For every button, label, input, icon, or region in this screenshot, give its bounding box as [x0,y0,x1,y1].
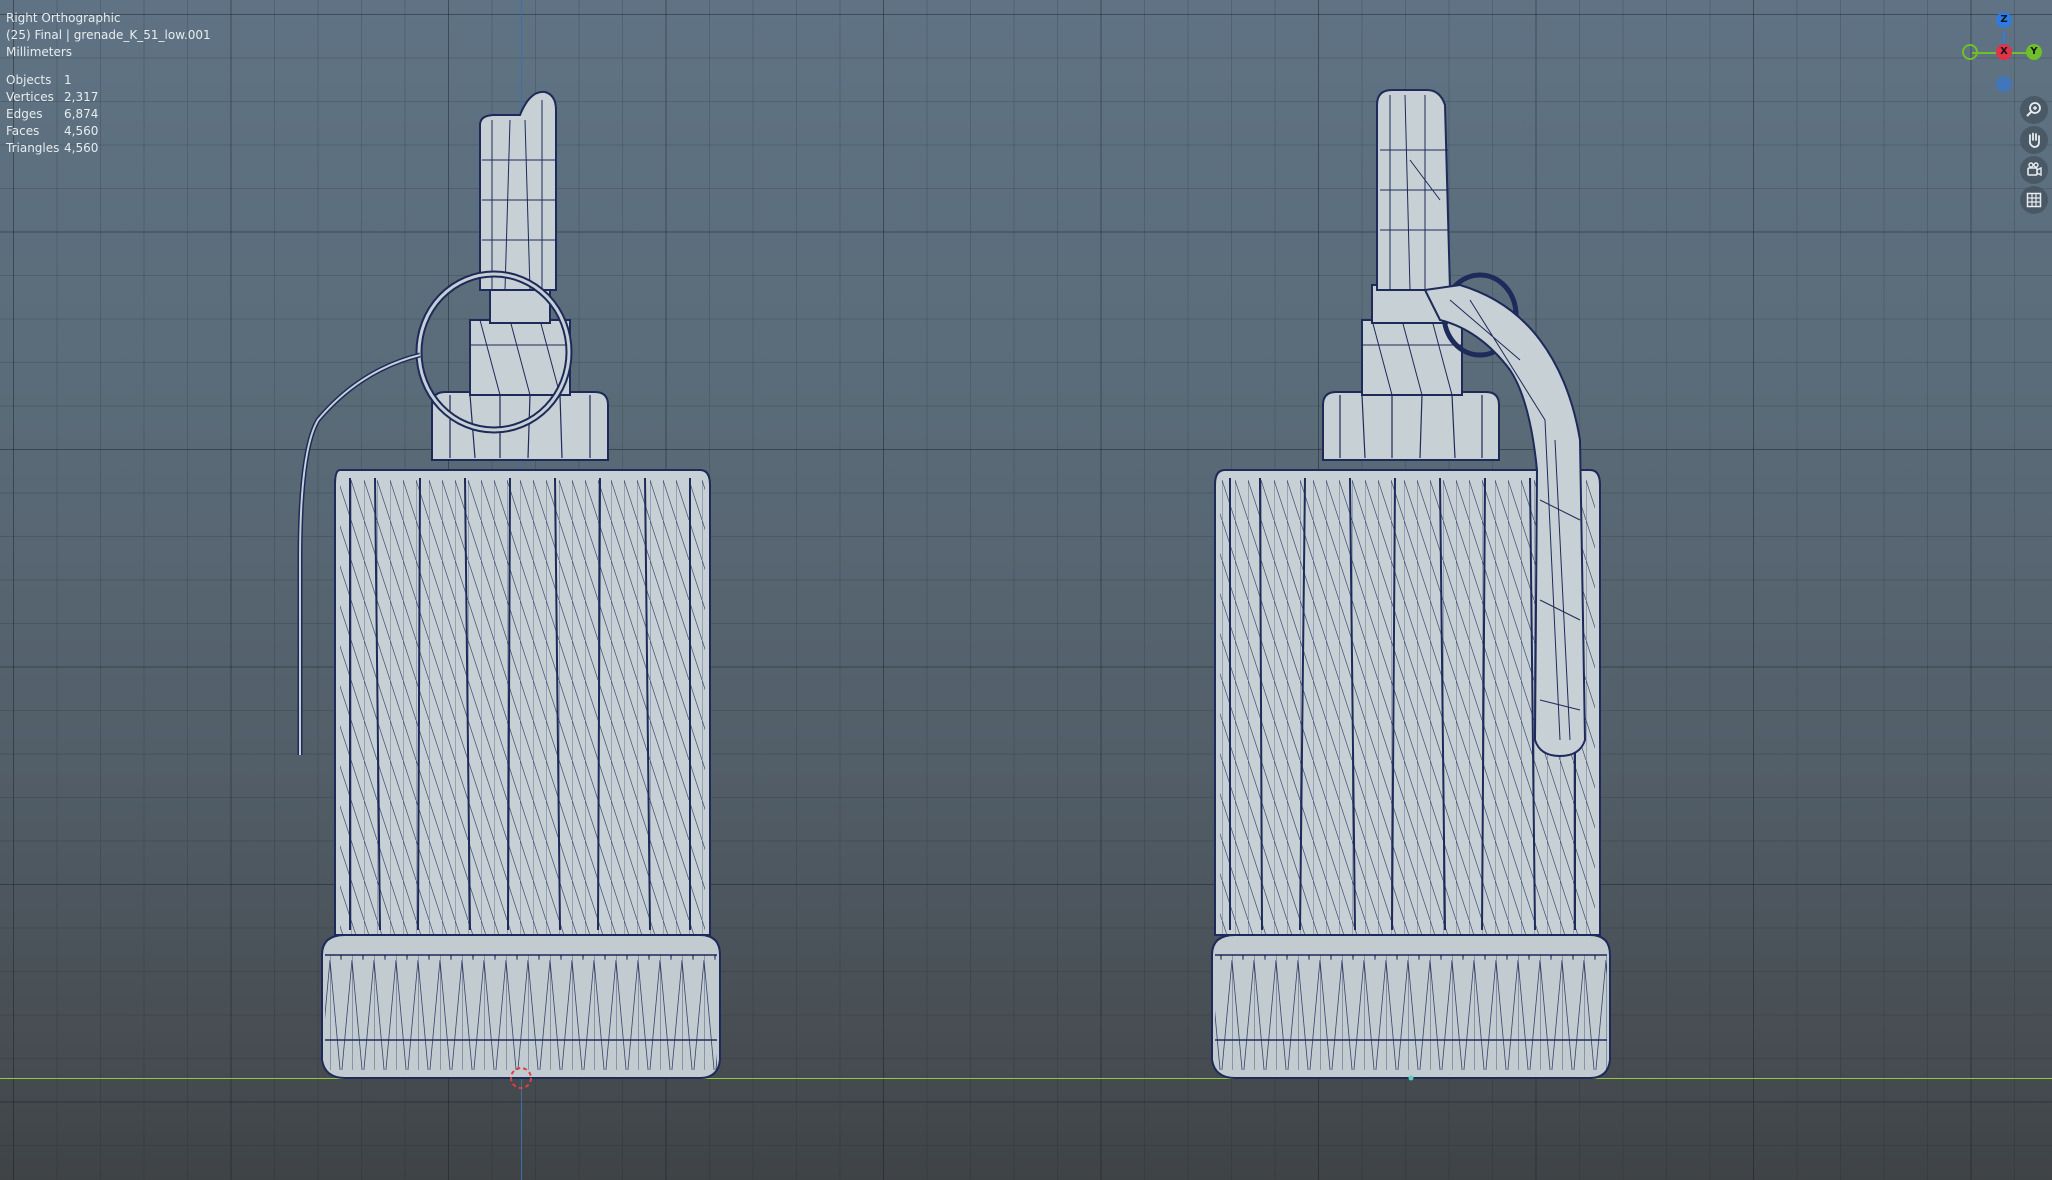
gizmo-neg-y-axis[interactable] [1962,44,1978,60]
stat-row-triangles: Triangles 4,560 [6,140,211,157]
stat-key: Vertices [6,90,54,104]
neck-collar [1322,391,1500,461]
stat-key: Edges [6,107,43,121]
zoom-button[interactable] [2020,96,2048,124]
pan-hand-icon [2028,132,2040,148]
grid-ortho-icon [2026,192,2042,208]
gizmo-y-axis[interactable]: Y [2026,44,2042,60]
gizmo-x-axis[interactable]: X [1996,44,2012,60]
grenade-model-right[interactable] [0,0,2052,1180]
collection-object-line: (25) Final | grenade_K_51_low.001 [6,28,211,42]
gizmo-neg-z-axis[interactable] [1996,76,2012,92]
camera-view-button[interactable] [2020,156,2048,184]
stat-value: 1 [64,73,72,87]
ortho-toggle-button[interactable] [2020,186,2048,214]
stat-key: Objects [6,73,52,87]
stat-value: 2,317 [64,90,99,104]
stat-value: 4,560 [64,141,99,155]
pan-button[interactable] [2020,126,2048,154]
viewport-info-overlay: Right Orthographic (25) Final | grenade_… [6,10,211,157]
stat-row-faces: Faces 4,560 [6,123,211,140]
stat-row-edges: Edges 6,874 [6,106,211,123]
stat-row-objects: Objects 1 [6,72,211,89]
stat-key: Faces [6,124,40,138]
gizmo-z-axis[interactable]: Z [1996,12,2012,28]
stat-value: 4,560 [64,124,99,138]
stat-row-vertices: Vertices 2,317 [6,89,211,106]
viewport-nav-tools [2020,96,2048,216]
zoom-icon [2026,102,2041,117]
navigation-gizmo[interactable]: Z X Y [1960,10,2042,100]
camera-view-icon [2027,162,2042,177]
3d-viewport[interactable] [0,0,2052,1180]
stat-key: Triangles [6,141,60,155]
view-name: Right Orthographic [6,11,121,25]
stat-value: 6,874 [64,107,99,121]
scene-statistics: Objects 1 Vertices 2,317 Edges 6,874 Fac… [6,72,211,157]
units-label: Millimeters [6,45,73,59]
